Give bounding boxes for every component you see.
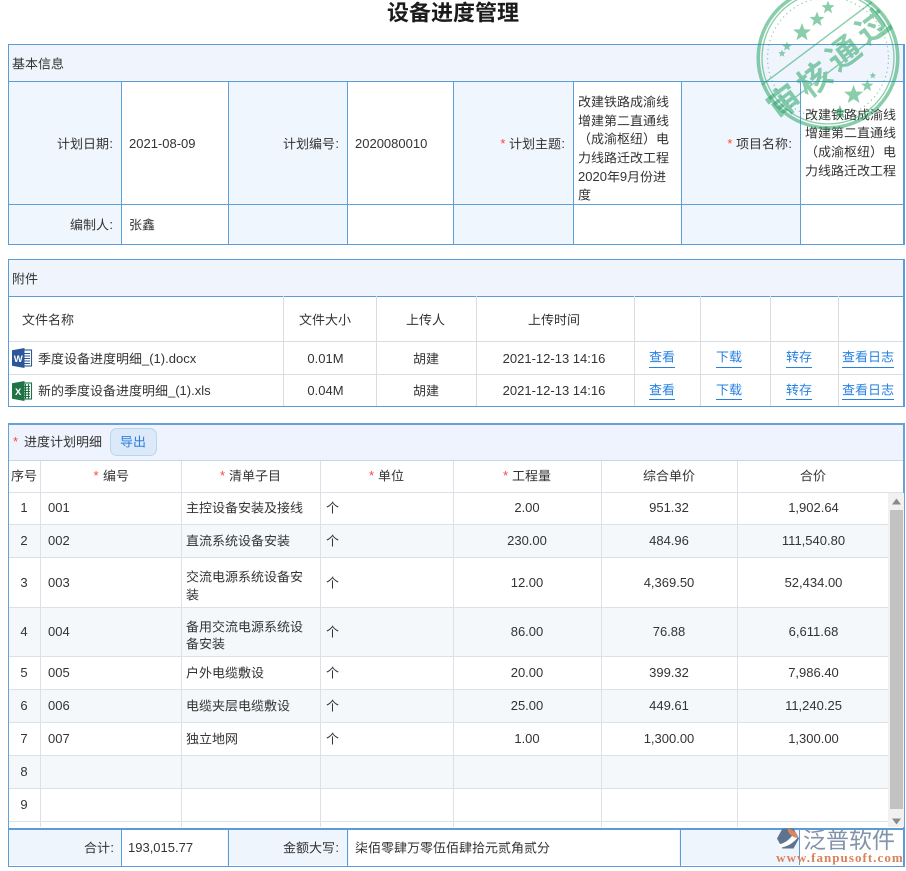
svg-text:X: X xyxy=(15,387,22,398)
svg-text:W: W xyxy=(14,354,23,365)
